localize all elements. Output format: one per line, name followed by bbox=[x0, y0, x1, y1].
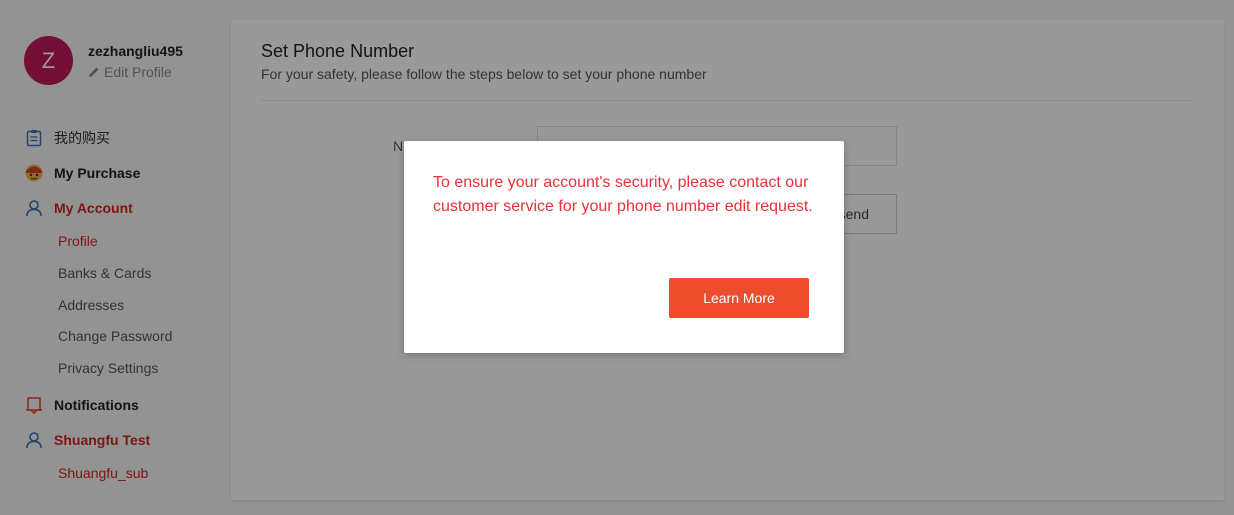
security-modal: To ensure your account's security, pleas… bbox=[404, 141, 844, 353]
modal-message: To ensure your account's security, pleas… bbox=[433, 174, 813, 215]
learn-more-button[interactable]: Learn More bbox=[669, 278, 809, 318]
